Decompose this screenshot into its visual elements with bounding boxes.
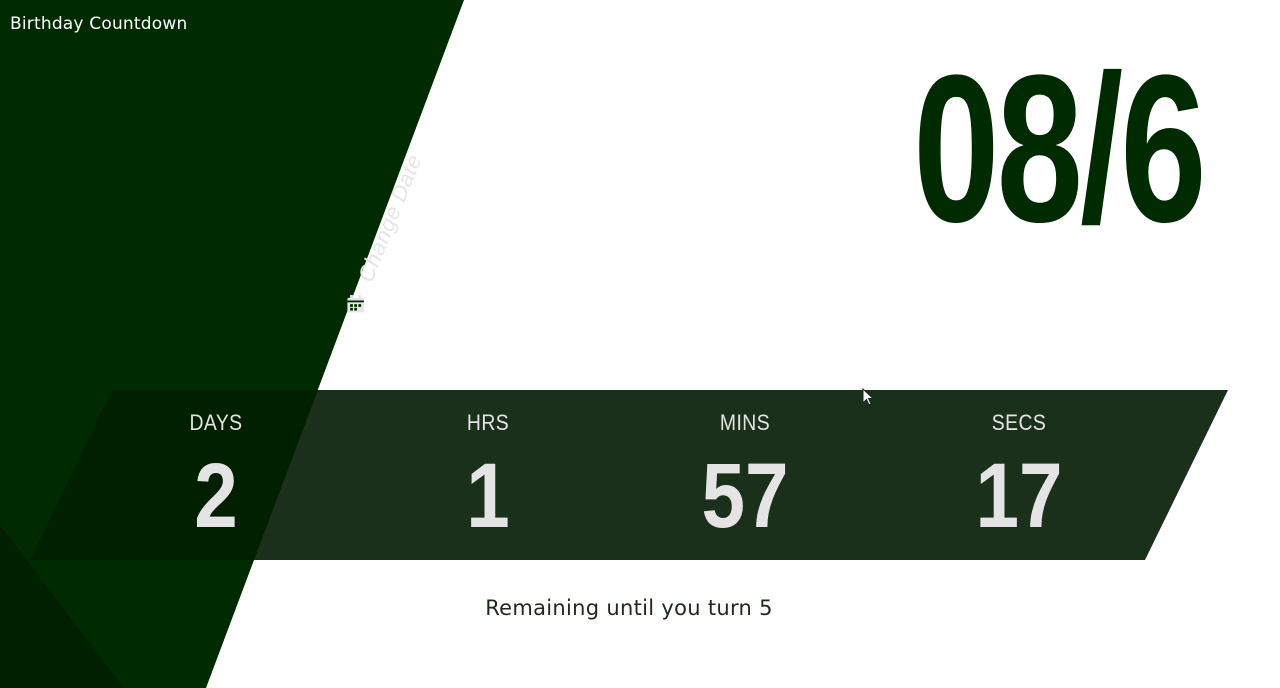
target-date: 08/6 (913, 31, 1207, 266)
hours-unit: HRS 1 (408, 390, 568, 542)
dark-green-wedge (0, 0, 464, 688)
app-title: Birthday Countdown (10, 14, 188, 34)
days-unit: DAYS 2 (136, 390, 296, 542)
minutes-value: 57 (701, 445, 789, 547)
days-label: DAYS (189, 410, 243, 435)
minutes-unit: MINS 57 (665, 390, 825, 542)
countdown-row: DAYS 2 HRS 1 MINS 57 SECS 17 (0, 390, 1280, 560)
days-value: 2 (194, 445, 238, 547)
hours-label: HRS (466, 410, 510, 435)
hours-value: 1 (466, 445, 510, 547)
mouse-cursor-icon (862, 388, 874, 406)
calendar-icon (347, 294, 364, 313)
minutes-label: MINS (719, 410, 771, 435)
countdown-page: Birthday Countdown Change Date 08/6 DAYS… (0, 0, 1280, 688)
seconds-unit: SECS 17 (939, 390, 1099, 542)
remaining-text: Remaining until you turn 5 (485, 596, 773, 620)
seconds-value: 17 (975, 445, 1063, 547)
seconds-label: SECS (991, 410, 1047, 435)
